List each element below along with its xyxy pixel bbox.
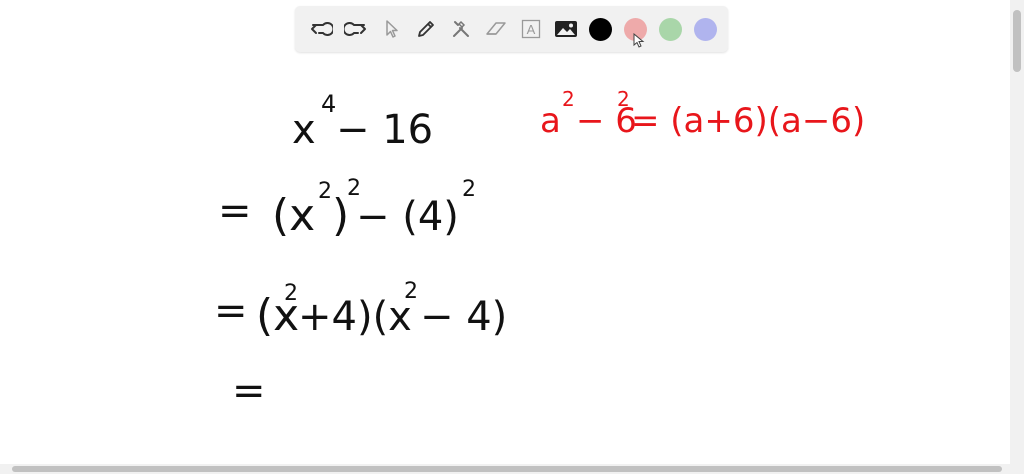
horizontal-scrollbar[interactable] (0, 464, 1010, 474)
identity-exp2: 2 (617, 87, 630, 111)
expression-line-4: = (232, 368, 266, 414)
color-swatch-black[interactable] (583, 12, 618, 47)
red-color-dot (624, 17, 647, 41)
line3-part3: − 4) (420, 294, 507, 340)
green-color-dot (659, 17, 682, 41)
line2-open: (x (272, 190, 315, 241)
redo-icon (343, 22, 366, 36)
line3-equals: = (214, 288, 248, 334)
difference-of-squares-identity: a 2 − 6 2 = (a+6)(a−6) (540, 87, 865, 141)
horizontal-scroll-thumb[interactable] (12, 466, 1002, 472)
tools-icon (452, 20, 469, 37)
pointer-icon (385, 20, 398, 38)
text-box-icon: A (521, 19, 540, 39)
expression-line-2: = (x 2 ) 2 − (4) 2 (218, 176, 476, 241)
text-tool-glyph: A (526, 22, 535, 37)
expression-line-1: x 4 − 16 (292, 90, 433, 153)
line1-exponent: 4 (321, 90, 336, 118)
line2-exp3: 2 (462, 177, 476, 202)
vertical-scrollbar[interactable] (1010, 0, 1024, 474)
eraser-tool-button[interactable] (478, 12, 513, 47)
whiteboard-canvas[interactable]: x 4 − 16 = (x 2 ) 2 − (4) 2 = (x 2 +4)(x… (0, 0, 1024, 474)
identity-rest: = (a+6)(a−6) (631, 101, 865, 141)
line3-exp1: 2 (284, 281, 298, 306)
identity-a: a (540, 101, 561, 141)
handwritten-ink-layer: x 4 − 16 = (x 2 ) 2 − (4) 2 = (x 2 +4)(x… (214, 87, 865, 414)
drawing-toolbar: A (295, 6, 728, 52)
line2-equals: = (218, 188, 252, 234)
line2-exp1: 2 (318, 179, 332, 204)
tools-button[interactable] (443, 12, 478, 47)
pen-tool-button[interactable] (408, 12, 443, 47)
line1-base: x (292, 107, 316, 153)
line2-minus-group: − (4) (356, 194, 459, 240)
vertical-scroll-thumb[interactable] (1013, 10, 1021, 72)
image-tool-button[interactable] (548, 12, 583, 47)
expression-line-3: = (x 2 +4)(x 2 − 4) (214, 279, 507, 341)
eraser-icon (485, 22, 506, 35)
redo-button[interactable] (338, 12, 373, 47)
color-swatch-blue[interactable] (688, 12, 723, 47)
undo-icon (310, 22, 333, 36)
black-color-dot (589, 17, 612, 41)
image-icon (554, 21, 577, 37)
identity-exp1: 2 (562, 87, 575, 111)
undo-button[interactable] (303, 12, 338, 47)
color-swatch-red[interactable] (618, 12, 653, 47)
line3-exp2: 2 (404, 279, 418, 304)
blue-color-dot (694, 17, 717, 41)
line4-equals: = (232, 368, 266, 414)
select-tool-button[interactable] (373, 12, 408, 47)
pencil-icon (417, 21, 434, 37)
line1-rest: − 16 (336, 107, 433, 153)
color-swatch-green[interactable] (653, 12, 688, 47)
text-tool-button[interactable]: A (513, 12, 548, 47)
line3-part2: +4)(x (298, 294, 412, 340)
